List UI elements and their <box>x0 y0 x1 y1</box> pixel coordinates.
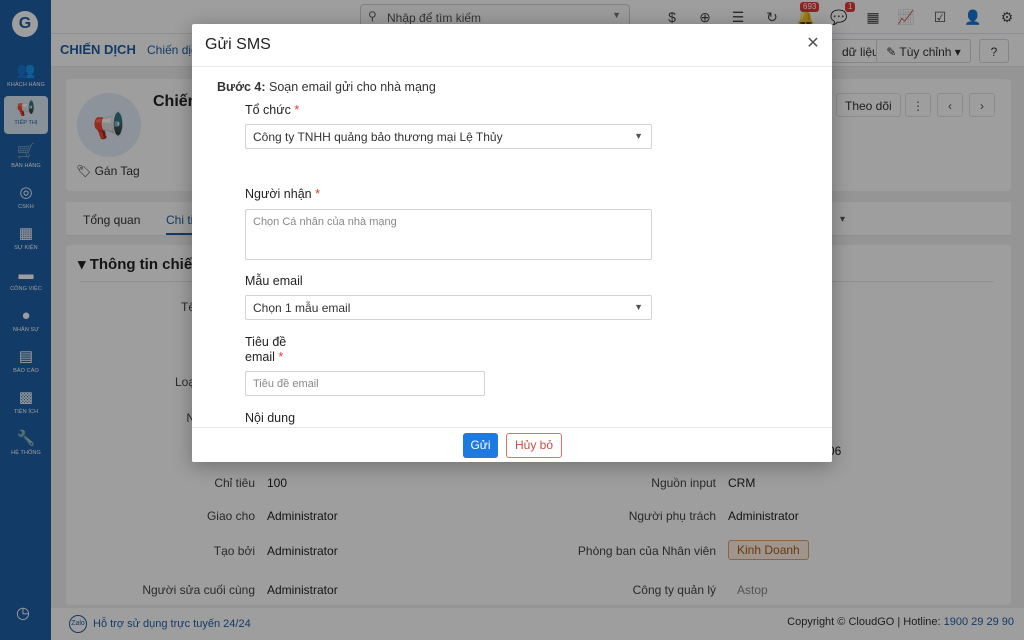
email-subject-input[interactable]: Tiêu đề email <box>245 371 485 396</box>
dialog-footer: Gửi Hủy bỏ <box>192 427 832 462</box>
chevron-down-icon: ▼ <box>634 131 643 141</box>
content-label: Nội dungemail * <box>245 411 295 427</box>
organization-select[interactable]: Công ty TNHH quảng bảo thương mại Lệ Thủ… <box>245 124 652 149</box>
required-mark: * <box>278 350 284 364</box>
required-mark: * <box>315 187 320 201</box>
send-button[interactable]: Gửi <box>463 433 498 458</box>
send-sms-dialog: Gửi SMS ✕ Bước 4: Soạn email gửi cho nhà… <box>192 24 832 462</box>
template-label: Mẫu email <box>245 274 303 288</box>
recipient-field[interactable]: Chọn Cá nhân của nhà mạng <box>245 209 652 260</box>
dialog-body: Bước 4: Soạn email gửi cho nhà mạng Tổ c… <box>192 68 832 427</box>
required-mark: * <box>294 103 300 117</box>
subject-label: Tiêu đề email * <box>245 335 287 364</box>
dialog-title: Gửi SMS <box>205 36 271 53</box>
dialog-header: Gửi SMS ✕ <box>192 24 832 67</box>
cancel-button[interactable]: Hủy bỏ <box>506 433 562 458</box>
chevron-down-icon: ▼ <box>634 302 643 312</box>
recipient-label: Người nhận * <box>245 187 320 201</box>
email-template-select[interactable]: Chọn 1 mẫu email ▼ <box>245 295 652 320</box>
organization-label: Tổ chức * <box>245 103 300 117</box>
close-icon[interactable]: ✕ <box>804 34 822 54</box>
step-indicator: Bước 4: Soạn email gửi cho nhà mạng <box>217 80 436 94</box>
